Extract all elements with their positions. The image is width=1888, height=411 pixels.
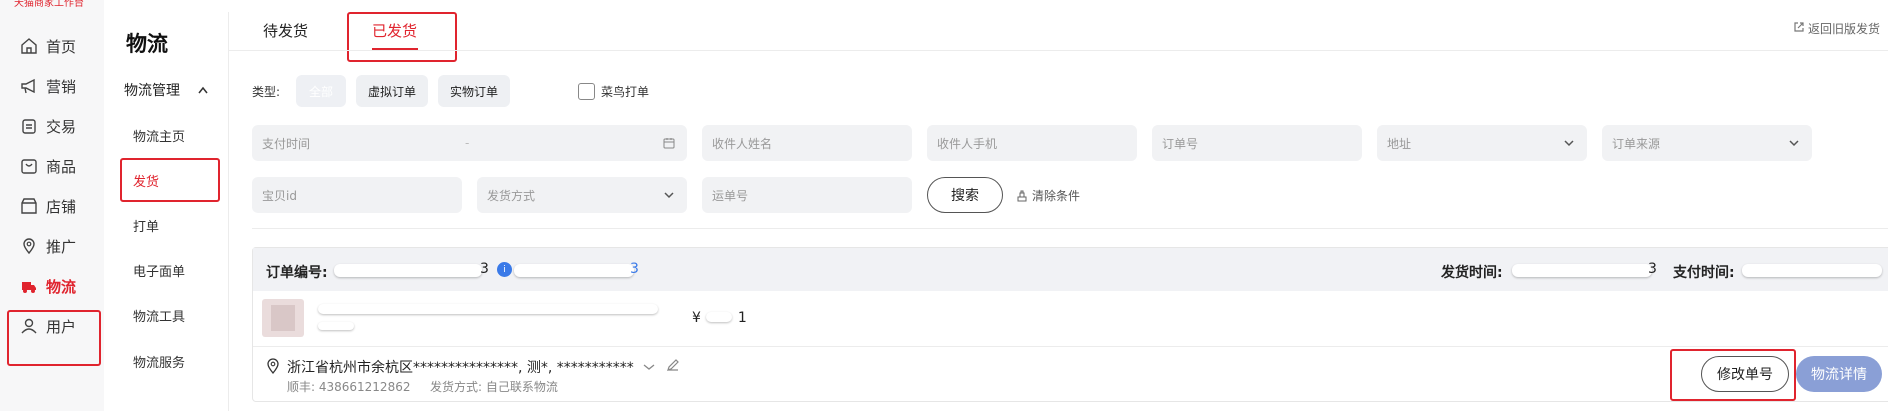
divider — [228, 12, 229, 411]
chevron-down-icon — [664, 192, 674, 199]
logistics-detail-button[interactable]: 物流详情 — [1796, 356, 1882, 392]
search-button[interactable]: 搜索 — [927, 177, 1003, 213]
redaction-mask — [318, 304, 658, 314]
clipboard-icon — [22, 119, 36, 134]
redaction-mask — [1742, 264, 1882, 277]
page-title: 物流 — [126, 32, 168, 56]
highlight-ship — [120, 158, 220, 202]
type-option-all[interactable]: 全部 — [296, 75, 346, 107]
store-icon — [21, 198, 37, 214]
cainiao-checkbox[interactable] — [578, 83, 595, 100]
nav-item-trade[interactable]: 交易 — [0, 108, 104, 144]
home-icon — [21, 38, 37, 54]
nav-label: 商品 — [46, 158, 77, 176]
sub-nav-item-logistics-tools[interactable]: 物流工具 — [133, 306, 185, 325]
location-pin-icon — [267, 358, 279, 374]
nav-item-home[interactable]: 首页 — [0, 28, 104, 64]
tracking-number-input[interactable]: 运单号 — [702, 177, 912, 213]
nav-item-logistics[interactable]: 物流 — [0, 268, 104, 304]
chevron-down-icon — [1789, 140, 1799, 147]
chevron-down-icon — [1564, 140, 1574, 147]
eraser-icon — [1017, 190, 1027, 201]
sub-nav-group[interactable]: 物流管理 — [124, 80, 208, 100]
pay-time-label: 支付时间: — [1673, 265, 1735, 281]
logistics-icon — [22, 282, 36, 293]
highlight-modify-button — [1670, 349, 1796, 401]
sub-nav-item-logistics-service[interactable]: 物流服务 — [133, 352, 185, 371]
divider — [252, 228, 1888, 229]
redaction-mask — [1512, 264, 1652, 277]
ship-method-select[interactable]: 发货方式 — [477, 177, 687, 213]
type-option-physical[interactable]: 实物订单 — [438, 75, 510, 107]
redaction-mask — [334, 264, 482, 277]
product-icon — [21, 159, 37, 174]
return-old-version-link[interactable]: 返回旧版发货 — [1794, 20, 1880, 37]
order-link-tail[interactable]: 3 — [630, 261, 639, 277]
order-number-tail: 3 — [480, 261, 489, 277]
price: ¥ 1 — [692, 310, 747, 326]
ship-time-label: 发货时间: — [1441, 265, 1503, 281]
calendar-icon — [663, 138, 675, 149]
carrier-tracking: 顺丰: 438661212862 — [287, 380, 411, 394]
address-select[interactable]: 地址 — [1377, 125, 1587, 161]
chevron-up-icon — [198, 86, 208, 94]
sub-nav-item-print[interactable]: 打单 — [133, 216, 159, 235]
ship-method-text: 发货方式: 自己联系物流 — [430, 380, 558, 394]
megaphone-icon — [21, 78, 35, 94]
sub-nav — [104, 0, 228, 411]
info-badge-icon: i — [497, 262, 512, 277]
nav-label: 首页 — [46, 38, 77, 56]
receiver-phone-input[interactable]: 收件人手机 — [927, 125, 1137, 161]
nav-label: 店铺 — [46, 198, 77, 216]
nav-label: 推广 — [46, 238, 77, 256]
nav-item-store[interactable]: 店铺 — [0, 188, 104, 224]
nav-item-marketing[interactable]: 营销 — [0, 68, 104, 104]
edit-pencil-icon[interactable] — [666, 358, 680, 372]
order-source-select[interactable]: 订单来源 — [1602, 125, 1812, 161]
divider — [229, 50, 1888, 51]
order-number-label: 订单编号: — [266, 265, 328, 281]
type-option-virtual[interactable]: 虚拟订单 — [356, 75, 428, 107]
clear-conditions-button[interactable]: 清除条件 — [1016, 187, 1080, 204]
type-label: 类型: — [252, 85, 281, 99]
divider — [253, 346, 1888, 347]
nav-item-promotion[interactable]: 推广 — [0, 228, 104, 264]
location-pin-icon — [23, 238, 35, 255]
cainiao-label: 菜鸟打单 — [601, 85, 650, 99]
nav-label: 物流 — [46, 278, 77, 296]
external-link-icon — [1794, 22, 1804, 32]
nav-label: 交易 — [46, 118, 77, 136]
receiver-name-input[interactable]: 收件人姓名 — [702, 125, 912, 161]
brand-logo-text: 天猫商家工作台 — [14, 0, 84, 9]
tab-pending-shipment[interactable]: 待发货 — [263, 20, 308, 41]
pay-time-range[interactable]: 支付时间 - — [252, 125, 687, 161]
sub-nav-item-logistics-home[interactable]: 物流主页 — [133, 126, 185, 145]
highlight-shipped-tab — [347, 12, 457, 62]
ship-time-tail: 3 — [1648, 261, 1657, 277]
redaction-mask — [318, 322, 354, 330]
order-number-input[interactable]: 订单号 — [1152, 125, 1362, 161]
item-id-input[interactable]: 宝贝id — [252, 177, 462, 213]
highlight-logistics — [7, 310, 101, 366]
nav-item-product[interactable]: 商品 — [0, 148, 104, 184]
product-thumbnail-image — [271, 305, 295, 331]
chevron-down-icon[interactable] — [642, 362, 656, 372]
redaction-mask — [514, 264, 634, 277]
redaction-mask — [706, 312, 733, 322]
nav-label: 营销 — [46, 78, 77, 96]
shipping-address: 浙江省杭州市余杭区***************, 测*, **********… — [287, 360, 634, 376]
sub-nav-item-e-waybill[interactable]: 电子面单 — [133, 261, 185, 280]
